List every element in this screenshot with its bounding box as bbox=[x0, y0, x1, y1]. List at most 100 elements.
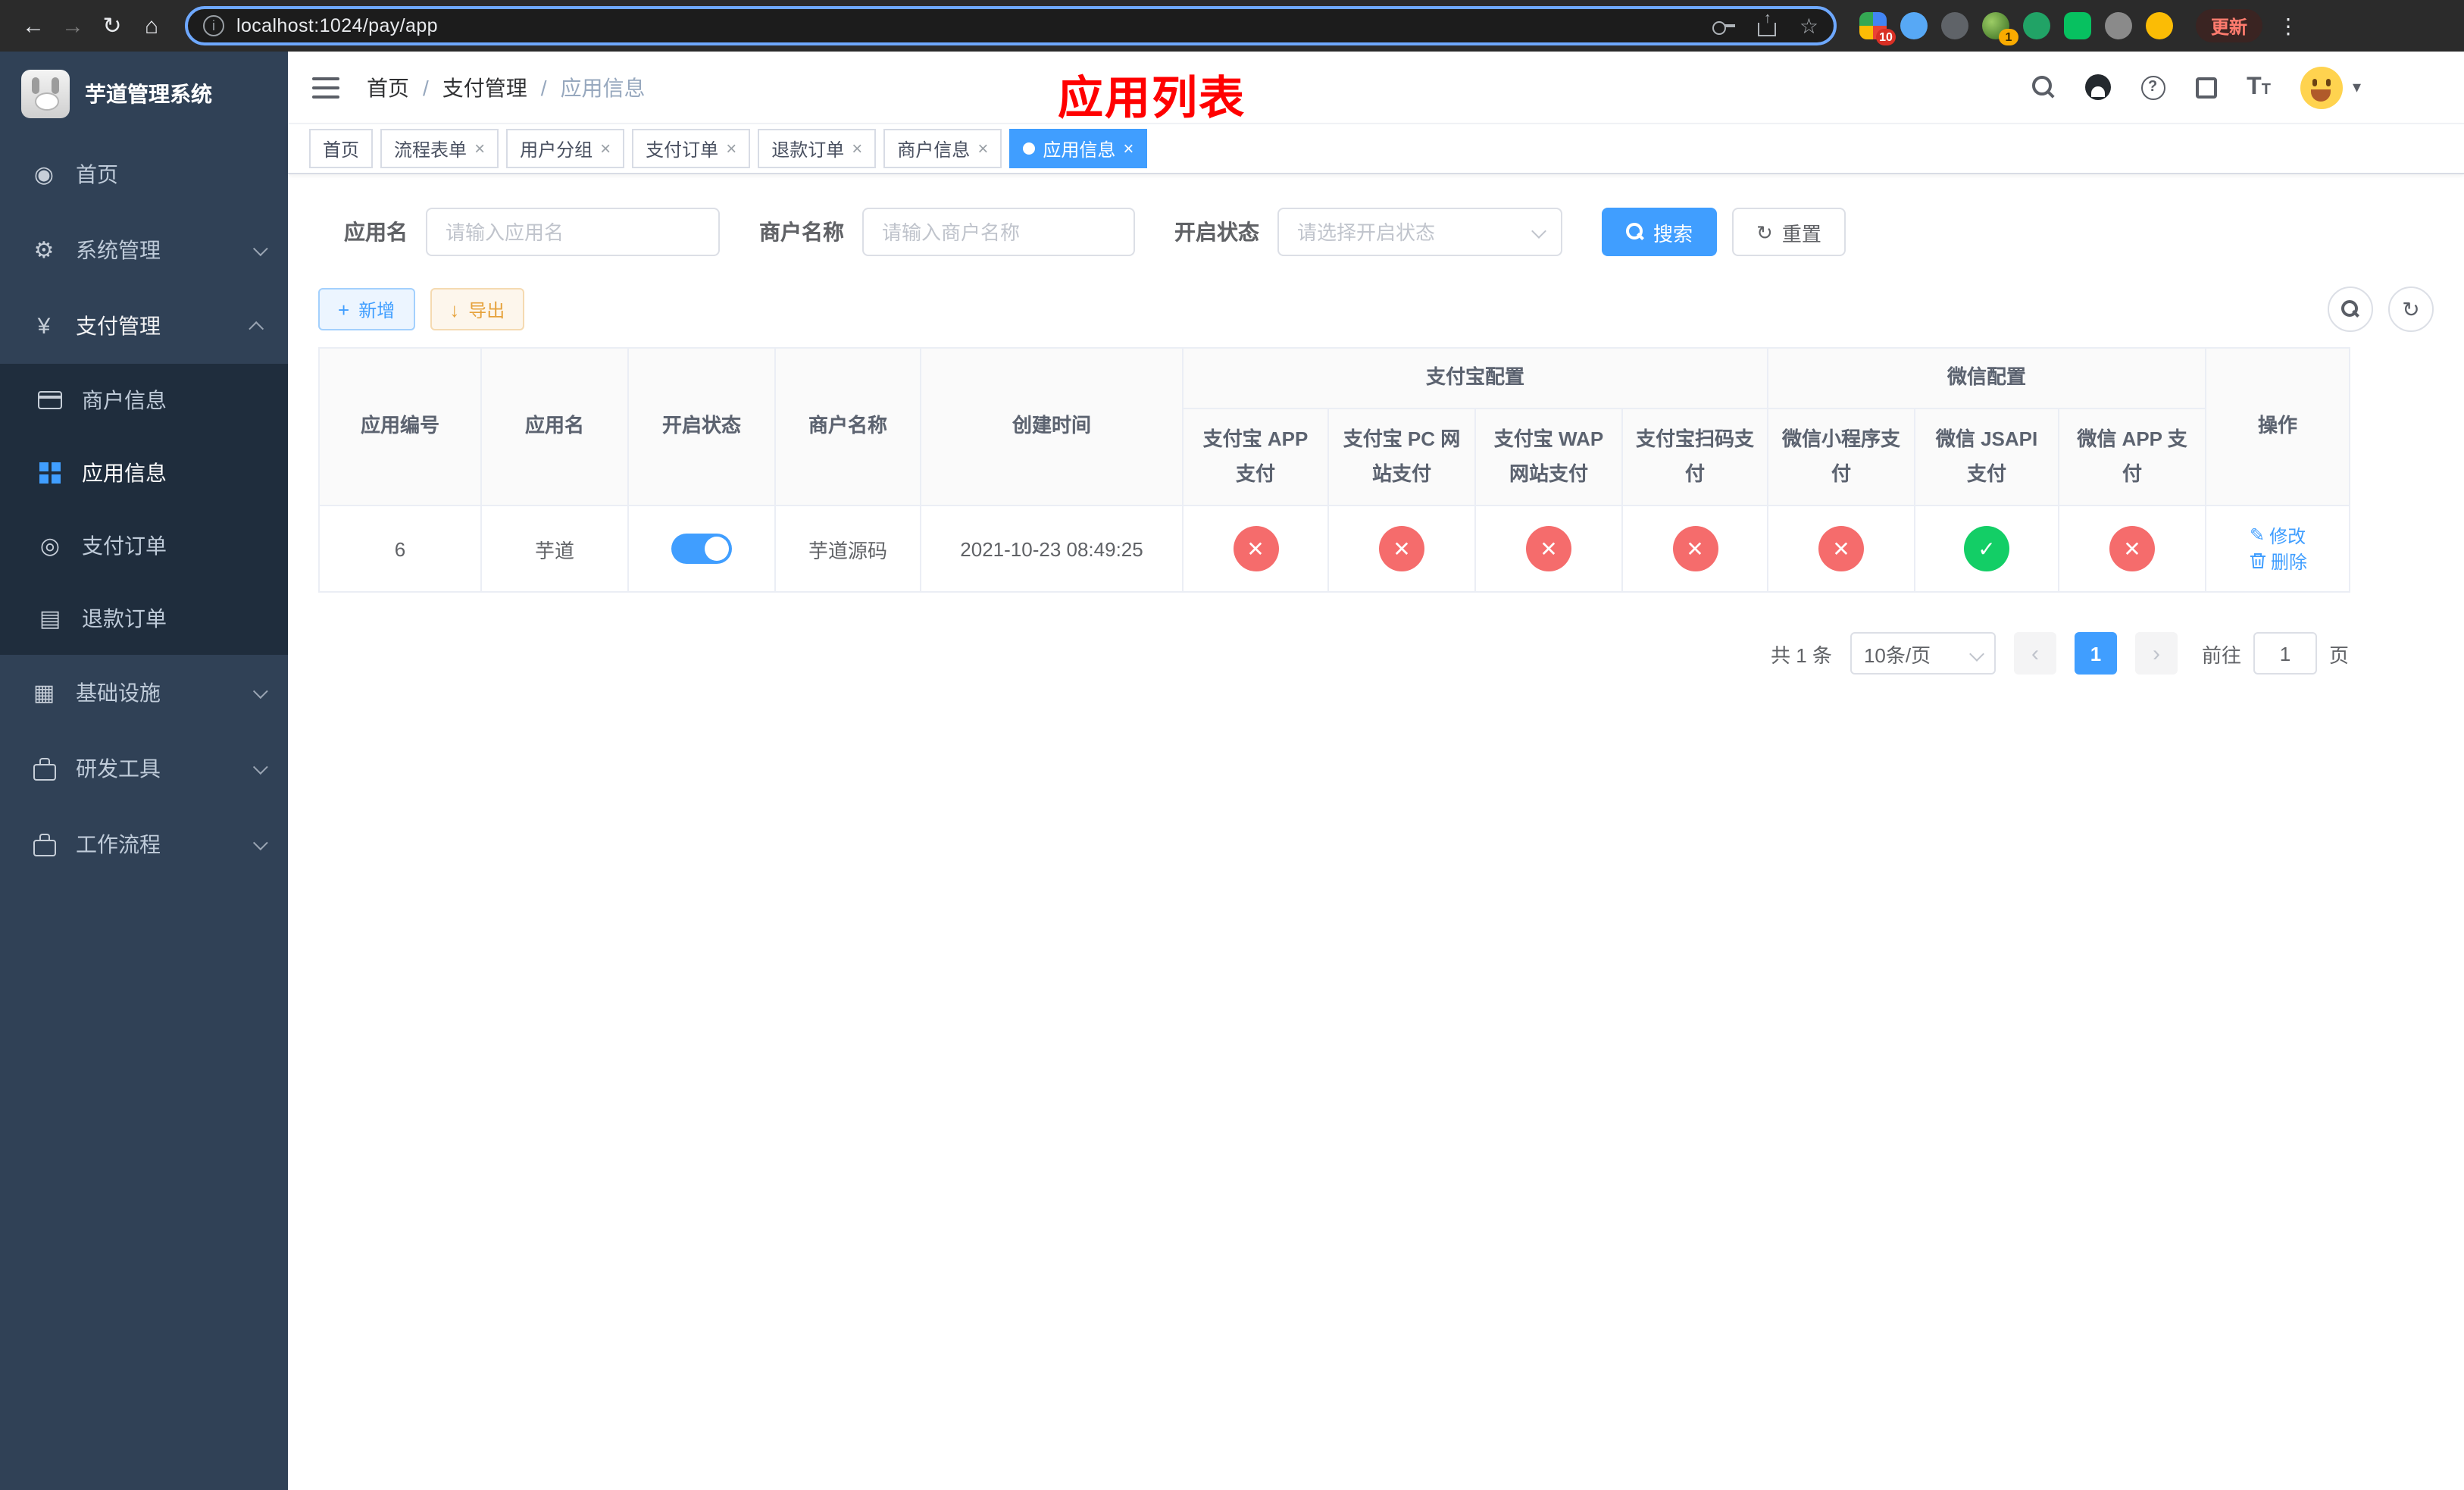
sidebar-item-label: 支付订单 bbox=[82, 534, 167, 558]
extension-green-circle-icon[interactable] bbox=[2022, 11, 2052, 41]
home-icon[interactable]: ⌂ bbox=[133, 8, 170, 44]
extension-drop-icon[interactable] bbox=[1899, 11, 1929, 41]
page-size-select[interactable]: 10条/页 bbox=[1850, 632, 1996, 675]
tab-app-info[interactable]: 应用信息 × bbox=[1009, 129, 1148, 168]
goto-page-input[interactable] bbox=[2253, 632, 2317, 675]
delete-link[interactable]: 删除 bbox=[2248, 549, 2307, 574]
app-name-input[interactable] bbox=[426, 208, 720, 256]
bookmark-star-icon[interactable]: ☆ bbox=[1800, 13, 1818, 39]
breadcrumb-section[interactable]: 支付管理 bbox=[442, 72, 527, 102]
sidebar-item-app-info[interactable]: 应用信息 bbox=[0, 437, 288, 509]
page-annotation: 应用列表 bbox=[1058, 74, 1246, 124]
alipay-pc-status-icon: ✕ bbox=[1379, 526, 1424, 571]
merchant-name-input[interactable] bbox=[862, 208, 1135, 256]
help-icon[interactable]: ? bbox=[2140, 75, 2165, 99]
password-key-icon[interactable] bbox=[1712, 20, 1736, 34]
sidebar-item-label: 首页 bbox=[76, 162, 118, 186]
tab-pay-order[interactable]: 支付订单 × bbox=[632, 129, 751, 168]
address-bar[interactable]: i localhost:1024/pay/app ☆ bbox=[185, 6, 1837, 45]
sidebar-item-payment[interactable]: ¥ 支付管理 bbox=[0, 288, 288, 364]
page-number-current[interactable]: 1 bbox=[2074, 632, 2117, 675]
close-icon[interactable]: × bbox=[1123, 139, 1134, 158]
tab-user-group[interactable]: 用户分组 × bbox=[506, 129, 625, 168]
menu-fold-icon[interactable] bbox=[312, 77, 339, 98]
cell-app-name: 芋道 bbox=[480, 505, 629, 593]
extension-puzzle-icon[interactable] bbox=[2103, 11, 2134, 41]
browser-menu-icon[interactable]: ⋮ bbox=[2278, 13, 2299, 39]
share-icon[interactable] bbox=[1758, 15, 1777, 36]
status-toggle[interactable] bbox=[671, 534, 732, 564]
sidebar: 芋道管理系统 ◉ 首页 ⚙ 系统管理 ¥ 支付管理 商户信息 应用信息 ◎ 支付… bbox=[0, 52, 288, 1490]
tab-merchant-info[interactable]: 商户信息 × bbox=[883, 129, 1002, 168]
url-text[interactable]: localhost:1024/pay/app bbox=[236, 15, 438, 36]
sidebar-item-devtools[interactable]: 研发工具 bbox=[0, 731, 288, 806]
sidebar-item-merchant-info[interactable]: 商户信息 bbox=[0, 364, 288, 437]
breadcrumb-home[interactable]: 首页 bbox=[367, 72, 409, 102]
user-menu[interactable]: ▾ bbox=[2300, 66, 2361, 108]
filter-app-name: 应用名 bbox=[344, 208, 720, 256]
sidebar-item-system[interactable]: ⚙ 系统管理 bbox=[0, 212, 288, 288]
active-dot bbox=[1023, 142, 1036, 155]
tab-refund-order[interactable]: 退款订单 × bbox=[758, 129, 877, 168]
reset-button[interactable]: ↻ 重置 bbox=[1732, 208, 1846, 256]
font-glyph-small: T bbox=[2261, 81, 2271, 98]
fullscreen-icon[interactable] bbox=[2195, 77, 2217, 98]
toggle-search-button[interactable] bbox=[2328, 286, 2373, 332]
close-icon[interactable]: × bbox=[977, 139, 988, 158]
extension-wechat-icon[interactable] bbox=[2062, 11, 2093, 41]
info-glyph: i bbox=[212, 18, 215, 33]
chevron-down-icon bbox=[1969, 646, 1984, 662]
search-button[interactable]: 搜索 bbox=[1602, 208, 1718, 256]
page-size-value: 10条/页 bbox=[1863, 643, 1931, 666]
reload-icon[interactable]: ↻ bbox=[94, 8, 130, 44]
sidebar-item-refund-order[interactable]: ▤ 退款订单 bbox=[0, 582, 288, 655]
cell-status bbox=[627, 505, 776, 593]
extension-avatar-icon[interactable]: 1 bbox=[1981, 11, 2018, 45]
main-area: 首页 / 支付管理 / 应用信息 应用列表 ? TT ▾ 首页 流程表单 × 用… bbox=[288, 52, 2464, 1490]
cell-create-time: 2021-10-23 08:49:25 bbox=[920, 505, 1184, 593]
forward-icon[interactable]: → bbox=[55, 8, 91, 44]
wechat-jsapi-status-icon: ✓ bbox=[1964, 526, 2010, 571]
col-header-merchant-name: 商户名称 bbox=[774, 347, 921, 506]
prev-page-button[interactable]: ‹ bbox=[2013, 632, 2056, 675]
refresh-button[interactable]: ↻ bbox=[2388, 286, 2434, 332]
merchant-name-label: 商户名称 bbox=[759, 220, 844, 244]
close-icon[interactable]: × bbox=[852, 139, 862, 158]
status-select-input[interactable] bbox=[1277, 208, 1562, 256]
back-icon[interactable]: ← bbox=[15, 8, 52, 44]
tab-home[interactable]: 首页 bbox=[309, 129, 374, 168]
extension-grid-icon[interactable]: 10 bbox=[1858, 11, 1896, 45]
sidebar-item-home[interactable]: ◉ 首页 bbox=[0, 136, 288, 212]
sidebar-submenu-payment: 商户信息 应用信息 ◎ 支付订单 ▤ 退款订单 bbox=[0, 364, 288, 655]
github-icon[interactable] bbox=[2084, 74, 2111, 100]
next-page-button[interactable]: › bbox=[2134, 632, 2178, 675]
edit-link[interactable]: ✎ 修改 bbox=[2250, 523, 2306, 549]
tab-label: 首页 bbox=[323, 139, 360, 160]
credit-card-icon bbox=[38, 391, 62, 409]
chrome-update-button[interactable]: 更新 bbox=[2196, 9, 2263, 42]
sidebar-item-infra[interactable]: ▦ 基础设施 bbox=[0, 655, 288, 731]
tags-view-bar: 首页 流程表单 × 用户分组 × 支付订单 × 退款订单 × 商户信息 × 应用信息 × bbox=[288, 124, 2464, 174]
app-logo[interactable]: 芋道管理系统 bbox=[0, 52, 288, 136]
col-header-wechat-jsapi: 微信 JSAPI 支付 bbox=[1914, 408, 2060, 506]
status-select[interactable] bbox=[1277, 208, 1562, 256]
extension-dark-icon[interactable] bbox=[1940, 11, 1970, 41]
extension-glyph bbox=[2105, 12, 2132, 39]
cell-merchant-name: 芋道源码 bbox=[774, 505, 921, 593]
search-icon[interactable] bbox=[2031, 76, 2054, 99]
close-icon[interactable]: × bbox=[600, 139, 611, 158]
avatar[interactable] bbox=[2300, 66, 2344, 108]
sidebar-item-pay-order[interactable]: ◎ 支付订单 bbox=[0, 509, 288, 582]
add-button[interactable]: + 新增 bbox=[318, 288, 415, 330]
tab-process-form[interactable]: 流程表单 × bbox=[380, 129, 499, 168]
close-icon[interactable]: × bbox=[474, 139, 485, 158]
extension-emoji-icon[interactable] bbox=[2144, 11, 2175, 41]
site-info-icon[interactable]: i bbox=[203, 15, 224, 36]
close-icon[interactable]: × bbox=[726, 139, 736, 158]
table-toolbar: + 新增 ↓ 导出 ↻ bbox=[318, 286, 2434, 332]
sidebar-item-workflow[interactable]: 工作流程 bbox=[0, 806, 288, 882]
refund-order-icon: ▤ bbox=[39, 606, 61, 632]
font-size-icon[interactable]: TT bbox=[2247, 74, 2271, 99]
export-button[interactable]: ↓ 导出 bbox=[430, 288, 525, 330]
alipay-app-status-icon: ✕ bbox=[1233, 526, 1278, 571]
